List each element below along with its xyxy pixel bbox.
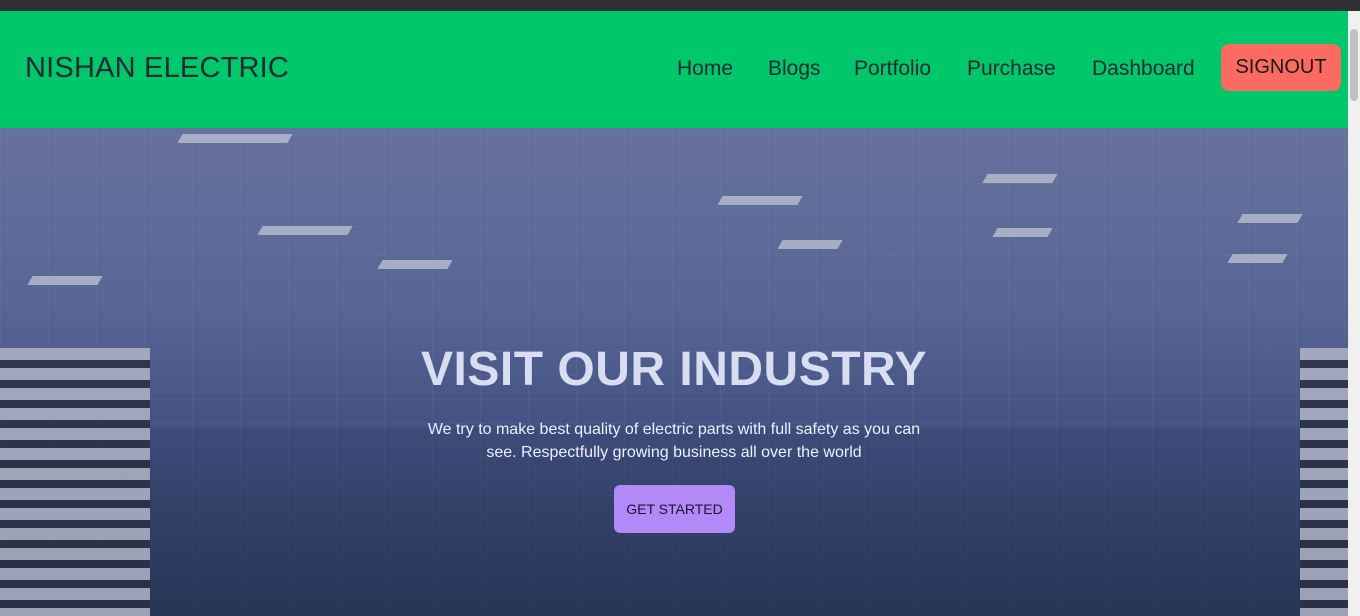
get-started-button[interactable]: GET STARTED <box>614 485 735 533</box>
navbar: NISHAN ELECTRIC Home Blogs Portfolio Pur… <box>0 11 1348 128</box>
hero-banner: VISIT OUR INDUSTRY We try to make best q… <box>0 128 1348 616</box>
nav-links: Home Blogs Portfolio Purchase Dashboard <box>0 11 1348 128</box>
scrollbar-thumb[interactable] <box>1350 29 1358 101</box>
nav-link-portfolio[interactable]: Portfolio <box>854 57 931 81</box>
page-scrollbar[interactable] <box>1348 11 1360 616</box>
nav-link-home[interactable]: Home <box>677 57 733 81</box>
hero-title: VISIT OUR INDUSTRY <box>421 343 927 396</box>
signout-button[interactable]: SIGNOUT <box>1221 44 1341 91</box>
hero-subtitle: We try to make best quality of electric … <box>427 421 921 461</box>
nav-link-blogs[interactable]: Blogs <box>768 57 821 81</box>
browser-top-strip <box>0 0 1360 11</box>
nav-link-dashboard[interactable]: Dashboard <box>1092 57 1195 81</box>
nav-link-purchase[interactable]: Purchase <box>967 57 1056 81</box>
